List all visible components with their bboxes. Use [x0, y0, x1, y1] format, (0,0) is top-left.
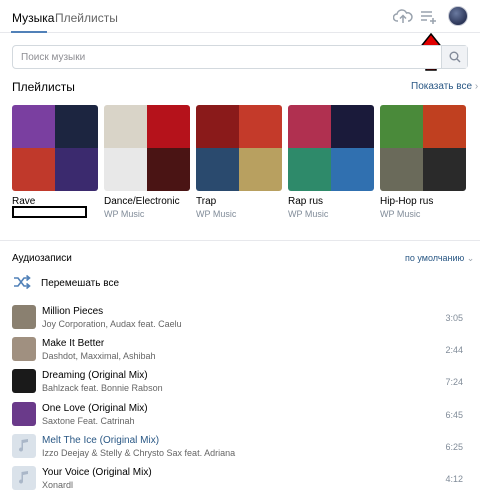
track-cover[interactable]: [12, 466, 36, 490]
chevron-down-icon: ⌄: [466, 253, 475, 263]
track-duration: 6:45: [445, 410, 463, 420]
playlist-owner: WP Music: [196, 209, 237, 219]
music-search-bar[interactable]: Поиск музыки: [12, 45, 468, 69]
show-all-link[interactable]: Показать все ›: [411, 81, 478, 92]
track-title[interactable]: One Love (Original Mix): [42, 403, 148, 414]
search-button[interactable]: [441, 46, 467, 68]
tab-music[interactable]: Музыка: [12, 11, 54, 25]
playlist-title[interactable]: Rap rus: [288, 196, 374, 207]
track-row[interactable]: Melt The Ice (Original Mix) Izzo Deejay …: [0, 434, 480, 466]
shuffle-all-button[interactable]: Перемешать все: [41, 278, 119, 289]
redaction-box: [12, 206, 87, 218]
playlist-cover[interactable]: [12, 105, 98, 191]
track-row[interactable]: One Love (Original Mix) Saxtone Feat. Ca…: [0, 402, 480, 434]
playlist-card[interactable]: Rave: [12, 105, 98, 209]
track-title[interactable]: Million Pieces: [42, 306, 103, 317]
top-header: Музыка Плейлисты: [0, 0, 480, 33]
playlists-heading: Плейлисты: [12, 80, 75, 94]
playlist-title[interactable]: Dance/Electronic: [104, 196, 190, 207]
playlist-card[interactable]: Rap rus WP Music: [288, 105, 374, 219]
search-icon: [449, 51, 461, 63]
playlist-owner: WP Music: [104, 209, 145, 219]
shuffle-icon[interactable]: [12, 274, 32, 290]
active-tab-indicator: [11, 31, 47, 33]
track-artist[interactable]: Joy Corporation, Audax feat. Caelu: [42, 319, 182, 329]
track-artist[interactable]: Xonardl: [42, 480, 73, 490]
playlist-title[interactable]: Hip-Hop rus: [380, 196, 466, 207]
track-row[interactable]: Dreaming (Original Mix) Bahlzack feat. B…: [0, 369, 480, 401]
track-title[interactable]: Make It Better: [42, 338, 104, 349]
track-row[interactable]: Your Voice (Original Mix) Xonardl 4:12: [0, 466, 480, 498]
audio-heading: Аудиозаписи: [12, 253, 72, 264]
search-input[interactable]: Поиск музыки: [21, 52, 85, 63]
track-duration: 2:44: [445, 345, 463, 355]
music-note-icon: [19, 439, 28, 452]
playlist-cover[interactable]: [288, 105, 374, 191]
track-duration: 7:24: [445, 377, 463, 387]
track-title[interactable]: Dreaming (Original Mix): [42, 370, 148, 381]
playlist-cover[interactable]: [104, 105, 190, 191]
playlist-card[interactable]: Trap WP Music: [196, 105, 282, 219]
playlist-card[interactable]: Hip-Hop rus WP Music: [380, 105, 466, 219]
track-title[interactable]: Melt The Ice (Original Mix): [42, 435, 159, 446]
playlist-owner: WP Music: [380, 209, 421, 219]
playlist-cover[interactable]: [196, 105, 282, 191]
track-duration: 6:25: [445, 442, 463, 452]
track-artist[interactable]: Izzo Deejay & Stelly & Chrysto Sax feat.…: [42, 448, 235, 458]
track-duration: 3:05: [445, 313, 463, 323]
avatar[interactable]: [448, 6, 468, 26]
track-cover[interactable]: [12, 402, 36, 426]
tab-playlists[interactable]: Плейлисты: [55, 11, 118, 25]
track-artist[interactable]: Saxtone Feat. Catrinah: [42, 416, 135, 426]
playlist-owner: WP Music: [288, 209, 329, 219]
upload-cloud-icon[interactable]: [393, 7, 413, 27]
playlist-cover[interactable]: [380, 105, 466, 191]
track-cover[interactable]: [12, 369, 36, 393]
playlist-title[interactable]: Trap: [196, 196, 282, 207]
add-playlist-icon[interactable]: [419, 7, 439, 27]
section-divider: [0, 240, 480, 241]
track-cover[interactable]: [12, 337, 36, 361]
sort-dropdown[interactable]: по умолчанию ⌄: [405, 253, 474, 264]
track-artist[interactable]: Bahlzack feat. Bonnie Rabson: [42, 383, 163, 393]
track-cover[interactable]: [12, 434, 36, 458]
track-row[interactable]: Make It Better Dashdot, Maxximal, Ashiba…: [0, 337, 480, 369]
track-duration: 4:12: [445, 474, 463, 484]
track-cover[interactable]: [12, 305, 36, 329]
track-artist[interactable]: Dashdot, Maxximal, Ashibah: [42, 351, 156, 361]
track-row[interactable]: Million Pieces Joy Corporation, Audax fe…: [0, 305, 480, 337]
chevron-right-icon: ›: [474, 81, 479, 92]
track-title[interactable]: Your Voice (Original Mix): [42, 467, 152, 478]
playlist-card[interactable]: Dance/Electronic WP Music: [104, 105, 190, 219]
music-note-icon: [19, 471, 28, 484]
